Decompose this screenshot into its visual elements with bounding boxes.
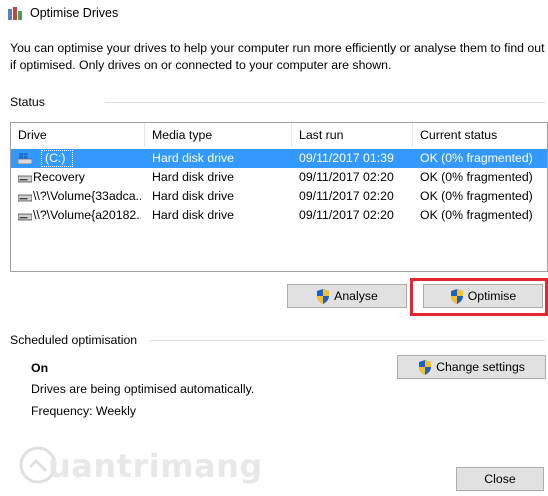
close-label: Close [484,472,516,486]
column-header-media-type[interactable]: Media type [145,123,292,147]
media-type: Hard disk drive [152,189,235,203]
current-status: OK (0% fragmented) [420,189,533,203]
defrag-app-icon [8,7,22,20]
analyse-button[interactable]: Analyse [287,284,407,308]
drive-name: Recovery [33,170,85,184]
hard-drive-icon [18,194,32,202]
scheduled-label: Scheduled optimisation [10,333,138,347]
hard-drive-icon [18,213,32,221]
change-settings-button[interactable]: Change settings [397,355,546,379]
status-divider [105,102,545,103]
last-run: 09/11/2017 01:39 [299,151,394,165]
uac-shield-icon [419,359,432,375]
optimise-label: Optimise [467,289,517,303]
current-status: OK (0% fragmented) [420,208,533,222]
column-header-drive[interactable]: Drive [11,123,145,147]
drive-row-volume-2[interactable]: \\?\Volume{a20182... Hard disk drive 09/… [11,206,547,225]
drive-name: \\?\Volume{33adca... [33,189,141,203]
windows-drive-icon [18,153,32,164]
drive-row-recovery[interactable]: Recovery Hard disk drive 09/11/2017 02:2… [11,168,547,187]
media-type: Hard disk drive [152,208,235,222]
window-title: Optimise Drives [30,6,119,20]
close-button[interactable]: Close [456,467,544,491]
media-type: Hard disk drive [152,170,235,184]
uac-shield-icon [317,288,330,304]
current-status: OK (0% fragmented) [420,170,533,184]
drive-row-volume-1[interactable]: \\?\Volume{33adca... Hard disk drive 09/… [11,187,547,206]
analyse-label: Analyse [334,289,378,303]
status-label: Status [10,95,45,109]
hard-drive-icon [18,175,32,183]
schedule-description: Drives are being optimised automatically… [31,382,255,396]
drive-name: \\?\Volume{a20182... [33,208,141,222]
optimise-button[interactable]: Optimise [423,284,543,308]
uac-shield-icon [450,288,463,304]
change-settings-label: Change settings [436,360,525,374]
last-run: 09/11/2017 02:20 [299,208,394,222]
schedule-frequency: Frequency: Weekly [31,404,137,418]
scheduled-divider [150,340,545,341]
drive-row-c[interactable]: (C:) Hard disk drive 09/11/2017 01:39 OK… [11,149,547,168]
schedule-state: On [31,361,49,375]
drive-name: (C:) [45,151,66,165]
column-header-last-run[interactable]: Last run [292,123,413,147]
last-run: 09/11/2017 02:20 [299,189,394,203]
title-bar: Optimise Drives [0,0,548,28]
watermark-text: uantrimang [48,447,263,485]
media-type: Hard disk drive [152,151,235,165]
intro-text: You can optimise your drives to help you… [10,41,545,72]
drive-list[interactable]: Drive Media type Last run Current status… [10,122,548,272]
current-status: OK (0% fragmented) [420,151,533,165]
column-header-current-status[interactable]: Current status [413,123,547,147]
last-run: 09/11/2017 02:20 [299,170,394,184]
